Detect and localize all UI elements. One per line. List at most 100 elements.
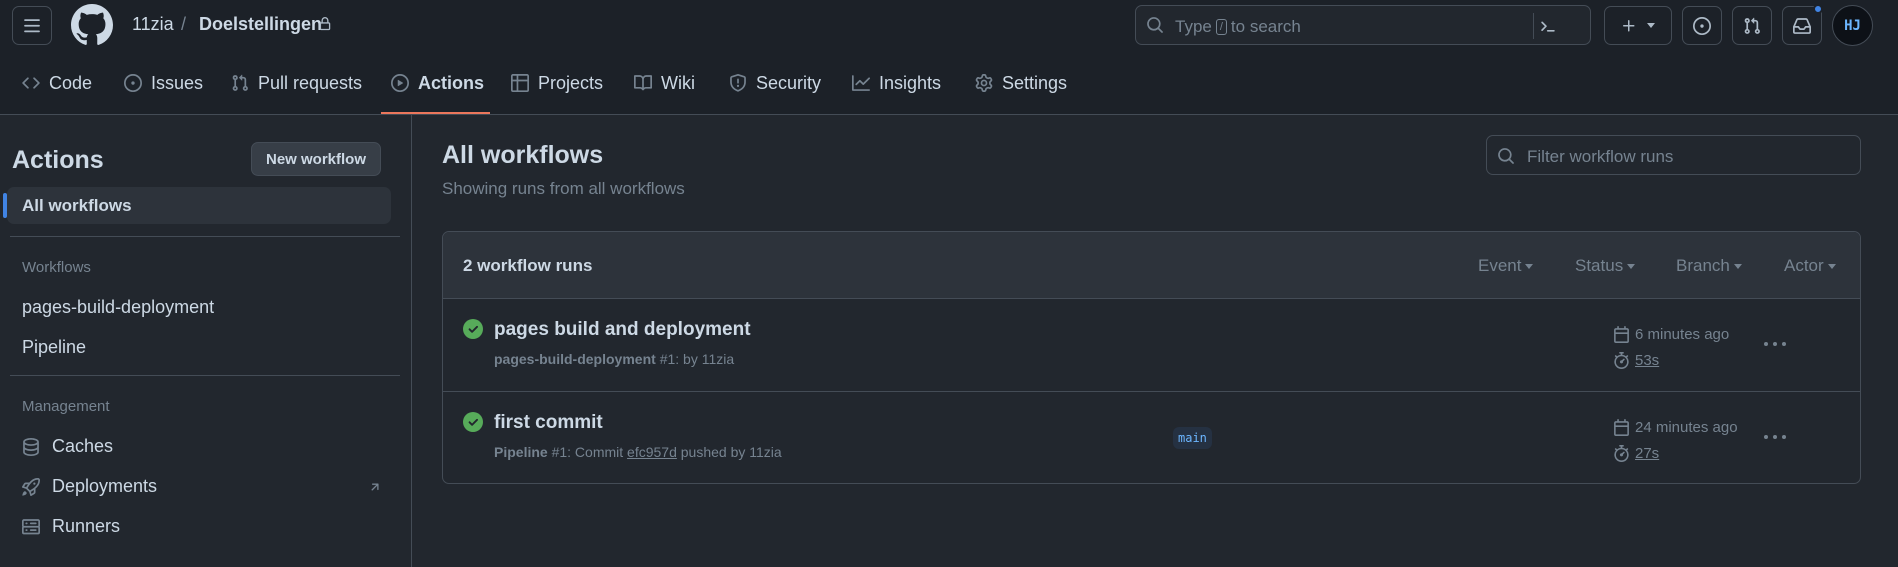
run-meta: Pipeline #1: Commit efc957d pushed by 11… bbox=[494, 444, 782, 460]
command-palette-icon[interactable] bbox=[1538, 17, 1558, 35]
run-time-ago: 6 minutes ago bbox=[1613, 326, 1729, 343]
run-title[interactable]: pages build and deployment bbox=[494, 319, 751, 341]
issue-opened-icon bbox=[1693, 16, 1711, 35]
management-heading: Management bbox=[22, 398, 110, 415]
hamburger-icon bbox=[24, 18, 40, 32]
search-icon bbox=[1147, 17, 1163, 33]
tab-actions-label: Actions bbox=[418, 72, 485, 93]
chevron-down-icon bbox=[1733, 263, 1742, 269]
search-hint-suffix: to search bbox=[1230, 17, 1301, 36]
tab-wiki-label: Wiki bbox=[661, 72, 695, 93]
status-filter-dropdown[interactable]: Status bbox=[1575, 256, 1636, 276]
sidebar-item-all-workflows[interactable]: All workflows bbox=[3, 187, 391, 224]
run-duration: 53s bbox=[1613, 352, 1659, 369]
global-search-input[interactable]: Type / to search bbox=[1135, 5, 1591, 45]
tab-security-label: Security bbox=[756, 72, 822, 93]
check-circle-icon bbox=[463, 319, 483, 339]
tab-insights[interactable]: Insights bbox=[852, 52, 941, 114]
status-filter-label: Status bbox=[1575, 256, 1624, 275]
tab-wiki[interactable]: Wiki bbox=[634, 52, 695, 114]
stopwatch-icon bbox=[1614, 352, 1629, 369]
run-meta-pusher: pushed by 11zia bbox=[680, 444, 782, 460]
run-duration: 27s bbox=[1613, 445, 1659, 462]
sidebar-item-runners[interactable]: Runners bbox=[22, 516, 382, 537]
sidebar-item-pipeline[interactable]: Pipeline bbox=[22, 337, 382, 358]
breadcrumb-owner[interactable]: 11zia bbox=[132, 14, 174, 35]
search-divider bbox=[1533, 13, 1534, 39]
sidebar-item-pages-build-deployment[interactable]: pages-build-deployment bbox=[22, 297, 382, 318]
actor-filter-dropdown[interactable]: Actor bbox=[1784, 256, 1836, 276]
tab-settings-label: Settings bbox=[1002, 72, 1068, 93]
page-subtitle: Showing runs from all workflows bbox=[442, 179, 685, 198]
git-pull-request-icon bbox=[1744, 17, 1760, 34]
calendar-icon bbox=[1614, 326, 1629, 343]
filter-workflow-runs-input[interactable]: Filter workflow runs bbox=[1486, 135, 1861, 175]
kebab-horizontal-icon[interactable] bbox=[1763, 432, 1787, 442]
your-issues-button[interactable] bbox=[1682, 6, 1722, 45]
sidebar-item-deployments-label: Deployments bbox=[52, 476, 158, 496]
filter-placeholder: Filter workflow runs bbox=[1527, 147, 1674, 166]
database-icon bbox=[23, 437, 39, 456]
sidebar-title: Actions bbox=[12, 146, 104, 174]
avatar[interactable]: HJ bbox=[1832, 5, 1873, 46]
github-logo-icon[interactable] bbox=[71, 4, 113, 46]
tab-insights-label: Insights bbox=[879, 72, 942, 93]
tab-pull-requests[interactable]: Pull requests bbox=[231, 52, 362, 114]
sidebar-item-caches[interactable]: Caches bbox=[22, 436, 382, 457]
breadcrumb-repo[interactable]: Doelstellingen bbox=[199, 14, 322, 35]
shield-icon bbox=[730, 74, 746, 92]
tab-code[interactable]: Code bbox=[22, 52, 92, 114]
branch-filter-dropdown[interactable]: Branch bbox=[1676, 256, 1742, 276]
new-workflow-button[interactable]: New workflow bbox=[251, 142, 381, 176]
run-title[interactable]: first commit bbox=[494, 412, 603, 434]
run-time-ago-text: 24 minutes ago bbox=[1635, 419, 1738, 436]
workflow-runs-list: 2 workflow runs Event Status Branch Acto… bbox=[442, 231, 1861, 484]
run-duration-text: 53s bbox=[1635, 352, 1660, 369]
issue-opened-icon bbox=[124, 74, 142, 92]
toolbar-divider bbox=[1590, 12, 1591, 38]
server-icon bbox=[22, 518, 40, 534]
play-icon bbox=[391, 74, 409, 92]
tab-security[interactable]: Security bbox=[729, 52, 821, 114]
runs-list-header: 2 workflow runs Event Status Branch Acto… bbox=[443, 232, 1860, 299]
search-shortcut-key: / bbox=[1215, 19, 1227, 35]
run-time-ago-text: 6 minutes ago bbox=[1635, 326, 1730, 343]
sidebar-divider bbox=[10, 236, 400, 237]
run-meta: pages-build-deployment #1: by 11zia bbox=[494, 351, 734, 367]
runs-count: 2 workflow runs bbox=[463, 256, 593, 275]
create-new-button[interactable] bbox=[1604, 6, 1672, 45]
branch-filter-label: Branch bbox=[1676, 256, 1730, 275]
table-row[interactable]: first commit Pipeline #1: Commit efc957d… bbox=[443, 391, 1860, 483]
tab-issues[interactable]: Issues bbox=[124, 52, 203, 114]
sidebar-item-runners-label: Runners bbox=[52, 516, 121, 536]
tab-pull-requests-label: Pull requests bbox=[258, 72, 363, 93]
run-time-ago: 24 minutes ago bbox=[1613, 419, 1738, 436]
rocket-icon bbox=[22, 477, 40, 496]
run-meta-detail: #1: by 11zia bbox=[659, 351, 735, 367]
run-duration-text: 27s bbox=[1635, 445, 1660, 462]
your-pull-requests-button[interactable] bbox=[1732, 6, 1772, 45]
event-filter-dropdown[interactable]: Event bbox=[1478, 256, 1534, 276]
kebab-horizontal-icon[interactable] bbox=[1763, 339, 1787, 349]
unread-indicator bbox=[1813, 4, 1823, 14]
tab-actions[interactable]: Actions bbox=[391, 52, 484, 114]
sidebar-item-deployments[interactable]: Deployments bbox=[22, 476, 382, 497]
code-icon bbox=[22, 77, 40, 89]
search-icon bbox=[1498, 148, 1514, 164]
top-header: 11zia / Doelstellingen Type / to search … bbox=[0, 0, 1898, 52]
tab-settings[interactable]: Settings bbox=[975, 52, 1067, 114]
gear-icon bbox=[975, 74, 993, 92]
menu-button[interactable] bbox=[12, 6, 52, 45]
chevron-down-icon bbox=[1647, 23, 1655, 28]
chevron-down-icon bbox=[1525, 263, 1534, 269]
branch-label[interactable]: main bbox=[1173, 427, 1212, 449]
page-title: All workflows bbox=[442, 141, 604, 169]
book-icon bbox=[634, 75, 652, 91]
search-hint-prefix: Type bbox=[1175, 17, 1212, 36]
stopwatch-icon bbox=[1614, 445, 1629, 462]
commit-sha-link[interactable]: efc957d bbox=[627, 444, 677, 460]
table-icon bbox=[511, 74, 529, 92]
table-row[interactable]: pages build and deployment pages-build-d… bbox=[443, 299, 1860, 391]
tab-code-label: Code bbox=[49, 72, 93, 93]
tab-projects[interactable]: Projects bbox=[511, 52, 603, 114]
